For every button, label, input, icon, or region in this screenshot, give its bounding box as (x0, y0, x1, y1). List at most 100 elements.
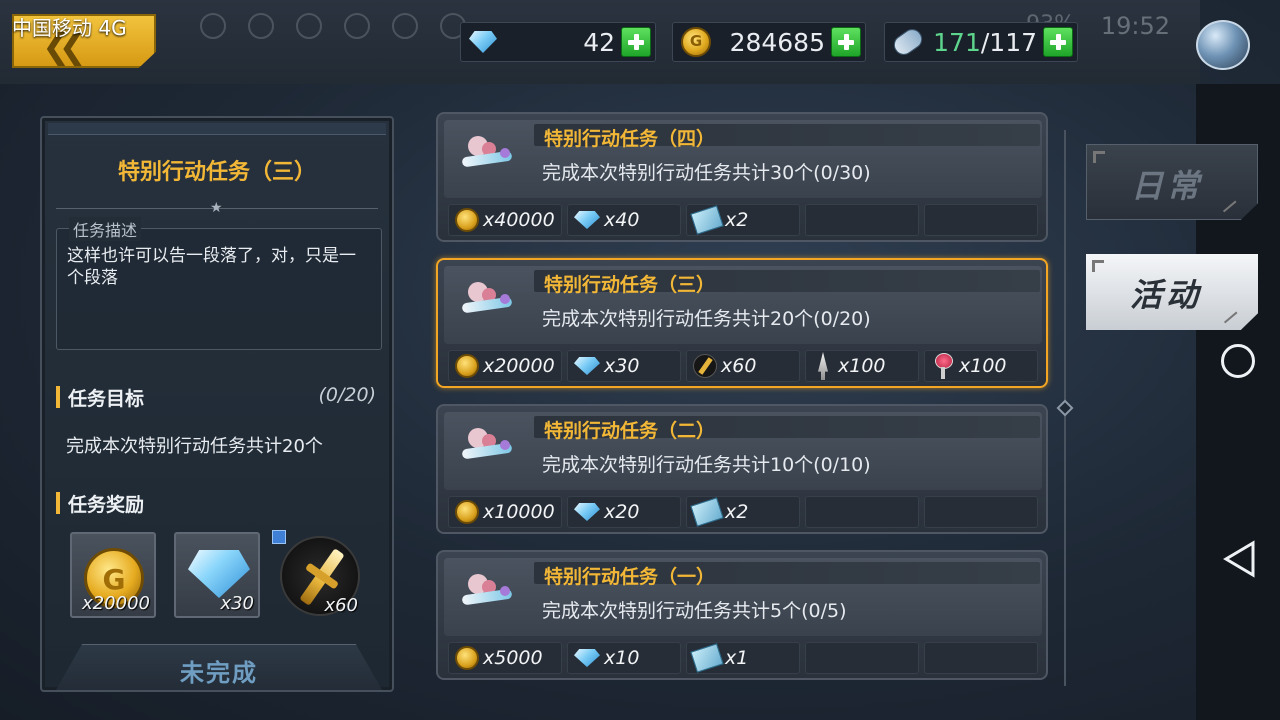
reward-cell: x2 (686, 496, 800, 528)
reward-cell: x100 (924, 350, 1038, 382)
goal-heading: 任务目标 (56, 384, 144, 411)
reward-cell: x20000 (448, 350, 562, 382)
status-text: 未完成 (180, 659, 258, 687)
scrollbar-thumb[interactable] (1056, 399, 1074, 417)
home-icon[interactable] (1221, 344, 1255, 378)
reward-cell: x10 (567, 642, 681, 674)
reward-cell: x40000 (448, 204, 562, 236)
reward-cell: x100 (805, 350, 919, 382)
reward-cell: x40 (567, 204, 681, 236)
reward-qty: x20000 (82, 593, 150, 614)
empty-reward-cell (805, 642, 919, 674)
reward-qty: x5000 (483, 647, 543, 669)
tab-activity-label: 活动 (1130, 276, 1203, 314)
coin-icon (455, 208, 479, 232)
reward-heading: 任务奖励 (56, 490, 144, 517)
reward-qty: x2 (725, 209, 749, 231)
gold-resource: 284685 (672, 22, 866, 62)
task-icon (458, 132, 518, 178)
back-triangle-icon[interactable] (1222, 540, 1256, 578)
task-desc: 完成本次特别行动任务共计20个(0/20) (542, 308, 871, 330)
status-time: 19:52 (1100, 12, 1170, 40)
slash-decoration (1223, 311, 1241, 327)
add-stamina-button[interactable] (1043, 27, 1073, 57)
stamina-icon (889, 25, 927, 59)
panel-top-strip (48, 123, 386, 135)
tab-daily[interactable]: 日常 (1086, 144, 1258, 220)
tab-daily-label: 日常 (1131, 167, 1204, 205)
reward-qty: x40000 (483, 209, 555, 231)
empty-reward-cell (805, 204, 919, 236)
goal-text: 完成本次特别行动任务共计20个 (66, 436, 323, 457)
task-desc: 完成本次特别行动任务共计10个(0/10) (542, 454, 871, 476)
description-text: 这样也许可以告一段落了，对，只是一个段落 (67, 246, 356, 288)
coin-icon (455, 354, 479, 378)
reward-qty: x30 (220, 593, 254, 614)
task-desc: 完成本次特别行动任务共计5个(0/5) (542, 600, 847, 622)
gem-icon (469, 31, 497, 53)
add-gold-button[interactable] (831, 27, 861, 57)
reward-qty: x40 (604, 209, 640, 231)
rarity-tag-icon (272, 530, 286, 544)
description-box: 任务描述 这样也许可以告一段落了，对，只是一个段落 (56, 217, 382, 350)
reward-qty: x100 (959, 355, 1007, 377)
empty-reward-cell (924, 642, 1038, 674)
coin-icon (455, 646, 479, 670)
tab-activity[interactable]: 活动 (1086, 254, 1258, 330)
task-detail-panel: 特别行动任务（三） ★ 任务描述 这样也许可以告一段落了，对，只是一个段落 任务… (40, 116, 394, 692)
task-card[interactable]: 特别行动任务（二） 完成本次特别行动任务共计10个(0/10) x10000 x… (436, 404, 1048, 534)
task-title: 特别行动任务（四） (544, 128, 716, 150)
empty-reward-cell (805, 496, 919, 528)
reward-cell: x5000 (448, 642, 562, 674)
reward-qty: x10000 (483, 501, 555, 523)
slash-decoration (1222, 200, 1240, 216)
reward-qty: x60 (324, 595, 358, 616)
gem-icon (574, 357, 600, 375)
task-title: 特别行动任务（二） (544, 420, 716, 442)
empty-reward-cell (924, 204, 1038, 236)
task-card[interactable]: 特别行动任务（四） 完成本次特别行动任务共计30个(0/30) x40000 x… (436, 112, 1048, 242)
reward-slot-coin[interactable]: x20000 (70, 532, 156, 618)
completion-status: 未完成 (56, 644, 382, 690)
reward-cell: x60 (686, 350, 800, 382)
carrier-label: 中国移动 4G (12, 16, 127, 40)
task-icon (458, 570, 518, 616)
empty-reward-cell (924, 496, 1038, 528)
helmet-icon[interactable] (1196, 20, 1250, 70)
task-desc: 完成本次特别行动任务共计30个(0/30) (542, 162, 871, 184)
gems-value: 42 (583, 27, 615, 57)
reward-cell: x2 (686, 204, 800, 236)
reward-slot-gem[interactable]: x30 (174, 532, 260, 618)
reward-qty: x2 (725, 501, 749, 523)
ticket-icon (690, 497, 724, 527)
stamina-value: 171/117 (933, 28, 1037, 57)
reward-qty: x1 (725, 647, 749, 669)
goal-progress: (0/20) (318, 384, 377, 406)
reward-qty: x20 (604, 501, 640, 523)
description-label: 任务描述 (69, 217, 142, 241)
task-rewards: x20000 x30 x60 x100 x100 (448, 350, 1038, 382)
stamina-max: /117 (980, 27, 1037, 57)
reward-cell: x30 (567, 350, 681, 382)
star-icon: ★ (210, 200, 223, 216)
reward-qty: x60 (721, 355, 757, 377)
task-card[interactable]: 特别行动任务（一） 完成本次特别行动任务共计5个(0/5) x5000 x10 … (436, 550, 1048, 680)
reward-cell: x10000 (448, 496, 562, 528)
corner-decoration (1093, 151, 1105, 163)
reward-qty: x10 (604, 647, 640, 669)
detail-title: 特别行动任务（三） (117, 160, 316, 185)
add-gems-button[interactable] (621, 27, 651, 57)
gold-value: 284685 (729, 27, 825, 57)
corner-decoration (1092, 260, 1104, 272)
task-rewards: x5000 x10 x1 (448, 642, 1038, 674)
stamina-resource: 171/117 (884, 22, 1078, 62)
gem-icon (574, 503, 600, 521)
reward-slot-sword[interactable]: x60 (276, 532, 362, 618)
gem-icon (574, 649, 600, 667)
task-title: 特别行动任务（一） (544, 566, 716, 588)
sword-icon (693, 354, 717, 378)
task-card-selected[interactable]: 特别行动任务（三） 完成本次特别行动任务共计20个(0/20) x20000 x… (436, 258, 1048, 388)
reward-cell: x20 (567, 496, 681, 528)
ticket-icon (690, 205, 724, 235)
ticket-icon (690, 643, 724, 673)
